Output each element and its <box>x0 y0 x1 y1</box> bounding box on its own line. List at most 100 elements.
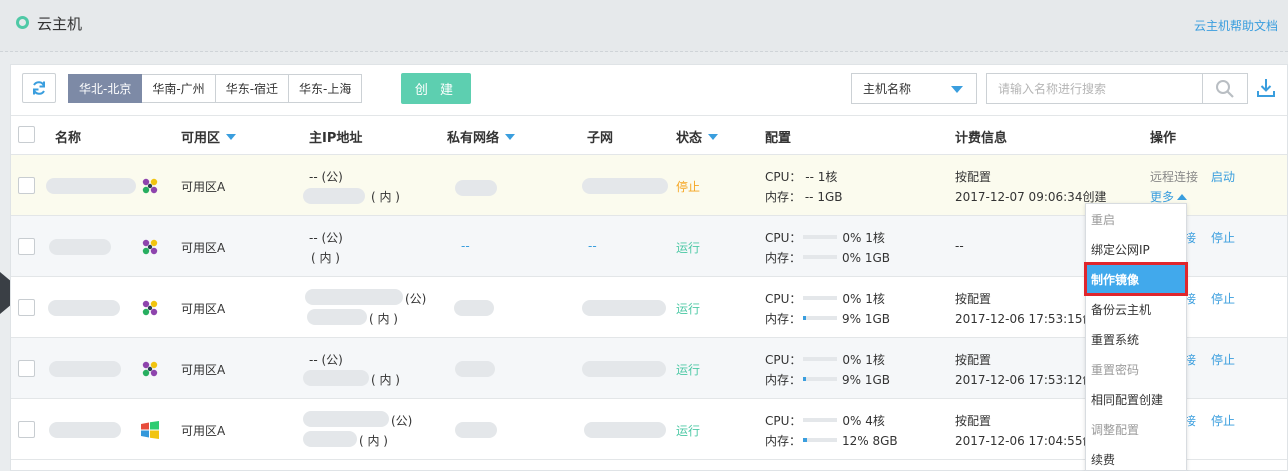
subnet-redacted <box>582 300 666 316</box>
col-zone[interactable]: 可用区 <box>181 127 237 146</box>
mem-usage-bar <box>803 316 838 320</box>
mem-usage-bar <box>803 438 838 442</box>
search-input[interactable] <box>986 73 1203 104</box>
stop-link[interactable]: 停止 <box>1211 229 1235 246</box>
vpc-redacted <box>455 361 495 377</box>
create-button[interactable]: 创 建 <box>401 73 471 104</box>
row-checkbox[interactable] <box>18 177 35 194</box>
stop-link[interactable]: 停止 <box>1211 290 1235 307</box>
filter-select[interactable]: 主机名称 <box>851 73 977 104</box>
cpu-label: CPU： <box>765 292 802 306</box>
menu-item-reset-password[interactable]: 重置密码 <box>1086 354 1186 384</box>
col-subnet: 子网 <box>587 131 614 146</box>
sort-down-icon <box>505 134 516 140</box>
select-all-checkbox[interactable] <box>18 126 35 143</box>
row-checkbox[interactable] <box>18 421 35 438</box>
region-tab-shanghai[interactable]: 华东-上海 <box>289 74 363 103</box>
search-button[interactable] <box>1202 73 1248 104</box>
public-ip-suffix: (公) <box>391 414 413 428</box>
linux-os-icon <box>142 361 158 377</box>
cpu-label: CPU： <box>765 170 802 184</box>
refresh-button[interactable] <box>22 73 56 103</box>
instance-name-redacted[interactable] <box>49 361 121 377</box>
stop-link[interactable]: 停止 <box>1211 351 1235 368</box>
stop-link[interactable]: 停止 <box>1211 412 1235 429</box>
region-tabs: 华北-北京 华南-广州 华东-宿迁 华东-上海 <box>68 74 363 103</box>
mem-info: 内存： 0% 1GB <box>765 249 890 266</box>
cpu-usage-bar <box>803 418 838 422</box>
menu-item-create-image[interactable]: 制作镜像 <box>1084 262 1188 296</box>
mem-value: 0% 1GB <box>842 251 891 265</box>
menu-item-renew[interactable]: 续费 <box>1086 444 1186 471</box>
cpu-value: -- 1核 <box>805 170 838 184</box>
menu-item-restart[interactable]: 重启 <box>1086 204 1186 234</box>
col-vpc[interactable]: 私有网络 <box>447 127 516 146</box>
more-actions-menu: 重启 绑定公网IP 制作镜像 备份云主机 重置系统 重置密码 相同配置创建 调整… <box>1084 203 1188 471</box>
menu-item-clone-config[interactable]: 相同配置创建 <box>1086 384 1186 414</box>
remote-connect-link[interactable]: 远程连接 <box>1150 168 1198 185</box>
mem-label: 内存： <box>765 190 802 204</box>
status-badge: 运行 <box>676 241 701 255</box>
region-tab-suqian[interactable]: 华东-宿迁 <box>215 74 290 103</box>
page-title: 云主机 <box>37 15 83 33</box>
cpu-label: CPU： <box>765 353 802 367</box>
private-ip-suffix: ( 内 ) <box>311 251 340 265</box>
zone-text: 可用区A <box>181 241 226 255</box>
menu-item-bind-public-ip[interactable]: 绑定公网IP <box>1086 234 1186 264</box>
mem-usage-bar <box>803 377 838 381</box>
col-status[interactable]: 状态 <box>676 127 719 146</box>
zone-text: 可用区A <box>181 363 226 377</box>
vpc-text[interactable]: -- <box>461 239 470 253</box>
public-ip: -- (公) <box>309 353 343 367</box>
vpc-redacted <box>455 180 497 196</box>
download-button[interactable] <box>1257 78 1275 98</box>
start-link[interactable]: 启动 <box>1211 168 1235 185</box>
cpu-usage-bar <box>803 235 838 239</box>
instance-name-redacted[interactable] <box>46 178 136 194</box>
mem-usage-fill <box>803 438 808 442</box>
mem-usage-bar <box>803 255 838 259</box>
mem-value: 9% 1GB <box>842 373 891 387</box>
subnet-text[interactable]: -- <box>588 239 597 253</box>
region-tab-guangzhou[interactable]: 华南-广州 <box>142 74 216 103</box>
more-label: 更多 <box>1150 190 1175 204</box>
menu-item-backup[interactable]: 备份云主机 <box>1086 294 1186 324</box>
cpu-info: CPU： 0% 1核 <box>765 229 885 246</box>
download-icon <box>1257 79 1275 97</box>
linux-os-icon <box>142 178 158 194</box>
instance-name-redacted[interactable] <box>48 300 120 316</box>
menu-item-reset-system[interactable]: 重置系统 <box>1086 324 1186 354</box>
cpu-value: 0% 1核 <box>842 231 885 245</box>
status-badge: 运行 <box>676 363 701 377</box>
help-doc-link[interactable]: 云主机帮助文档 <box>1194 17 1278 34</box>
billing-time: 2017-12-06 17:04:55创 <box>955 434 1095 448</box>
instance-name-redacted[interactable] <box>49 422 121 438</box>
side-panel-handle[interactable] <box>0 272 10 314</box>
col-billing: 计费信息 <box>955 131 1008 146</box>
page-header: 云主机 云主机帮助文档 <box>0 0 1288 52</box>
col-ip: 主IP地址 <box>309 131 363 146</box>
row-checkbox[interactable] <box>18 360 35 377</box>
mem-usage-fill <box>803 316 807 320</box>
public-ip-suffix: (公) <box>405 292 427 306</box>
public-ip-redacted <box>303 411 389 427</box>
mem-label: 内存： <box>765 434 802 448</box>
row-checkbox[interactable] <box>18 238 35 255</box>
cpu-usage-bar <box>803 357 838 361</box>
mem-usage-fill <box>803 377 807 381</box>
mem-info: 内存： 9% 1GB <box>765 310 890 327</box>
cpu-info: CPU： -- 1核 <box>765 168 837 185</box>
billing-type: 按配置 <box>955 292 992 306</box>
col-vpc-label: 私有网络 <box>447 131 500 146</box>
menu-item-resize[interactable]: 调整配置 <box>1086 414 1186 444</box>
col-zone-label: 可用区 <box>181 131 221 146</box>
row-checkbox[interactable] <box>18 299 35 316</box>
instance-name-redacted[interactable] <box>49 239 111 255</box>
status-badge: 停止 <box>676 180 701 194</box>
subnet-redacted <box>584 422 666 438</box>
caret-up-icon <box>1177 194 1188 200</box>
mem-label: 内存： <box>765 312 802 326</box>
region-tab-beijing[interactable]: 华北-北京 <box>68 74 143 103</box>
col-ops: 操作 <box>1150 131 1177 146</box>
mem-info: 内存： 9% 1GB <box>765 371 890 388</box>
